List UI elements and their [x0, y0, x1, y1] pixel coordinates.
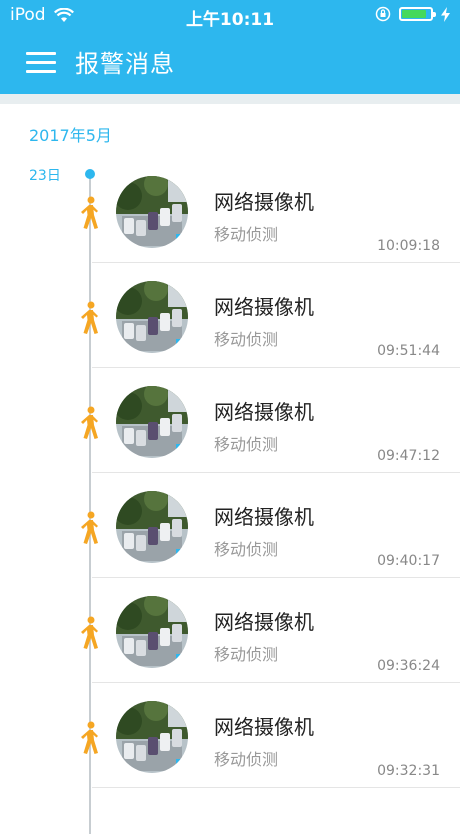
- camera-name: 网络摄像机: [214, 715, 314, 739]
- walking-person-icon: [79, 721, 101, 755]
- top-bar: iPod 上午10:11 报警消息: [0, 0, 460, 94]
- orientation-lock-icon: [375, 6, 391, 22]
- event-type: 移动侦测: [214, 225, 279, 244]
- camera-snapshot[interactable]: [116, 491, 188, 563]
- alarm-time: 10:09:18: [377, 238, 440, 254]
- camera-snapshot[interactable]: [116, 596, 188, 668]
- header: 报警消息: [0, 30, 460, 94]
- battery-fill: [402, 10, 426, 18]
- camera-name: 网络摄像机: [214, 190, 314, 214]
- alarm-item[interactable]: 网络摄像机移动侦测 09:51:44: [0, 263, 460, 368]
- event-type: 移动侦测: [214, 330, 279, 349]
- battery-icon: [399, 7, 436, 21]
- alarm-item[interactable]: 网络摄像机移动侦测 09:36:24: [0, 578, 460, 683]
- alarm-item[interactable]: 网络摄像机移动侦测 09:40:17: [0, 473, 460, 578]
- camera-name: 网络摄像机: [214, 400, 314, 424]
- event-type: 移动侦测: [214, 435, 279, 454]
- status-right: [375, 6, 450, 22]
- event-type: 移动侦测: [214, 645, 279, 664]
- alarm-item[interactable]: 网络摄像机移动侦测 10:09:18: [0, 158, 460, 263]
- alarm-item[interactable]: 网络摄像机移动侦测 09:47:12: [0, 368, 460, 473]
- alarm-time: 09:47:12: [377, 448, 440, 464]
- camera-name: 网络摄像机: [214, 295, 314, 319]
- charging-icon: [441, 6, 450, 22]
- camera-snapshot[interactable]: [116, 176, 188, 248]
- camera-name: 网络摄像机: [214, 505, 314, 529]
- alarm-time: 09:32:31: [377, 763, 440, 779]
- event-type: 移动侦测: [214, 540, 279, 559]
- walking-person-icon: [79, 301, 101, 335]
- camera-name: 网络摄像机: [214, 610, 314, 634]
- alarm-time: 09:51:44: [377, 343, 440, 359]
- walking-person-icon: [79, 616, 101, 650]
- month-label: 2017年5月: [29, 126, 112, 145]
- walking-person-icon: [79, 196, 101, 230]
- alarm-item[interactable]: 网络摄像机移动侦测 09:32:31: [0, 683, 460, 788]
- walking-person-icon: [79, 406, 101, 440]
- camera-snapshot[interactable]: [116, 281, 188, 353]
- row-divider: [92, 787, 460, 788]
- walking-person-icon: [79, 511, 101, 545]
- status-bar: iPod 上午10:11: [0, 0, 460, 30]
- header-divider: [0, 94, 460, 104]
- event-type: 移动侦测: [214, 750, 279, 769]
- page-title: 报警消息: [75, 50, 175, 78]
- camera-snapshot[interactable]: [116, 386, 188, 458]
- menu-icon[interactable]: [26, 52, 56, 74]
- alarm-time: 09:36:24: [377, 658, 440, 674]
- alarm-time: 09:40:17: [377, 553, 440, 569]
- camera-snapshot[interactable]: [116, 701, 188, 773]
